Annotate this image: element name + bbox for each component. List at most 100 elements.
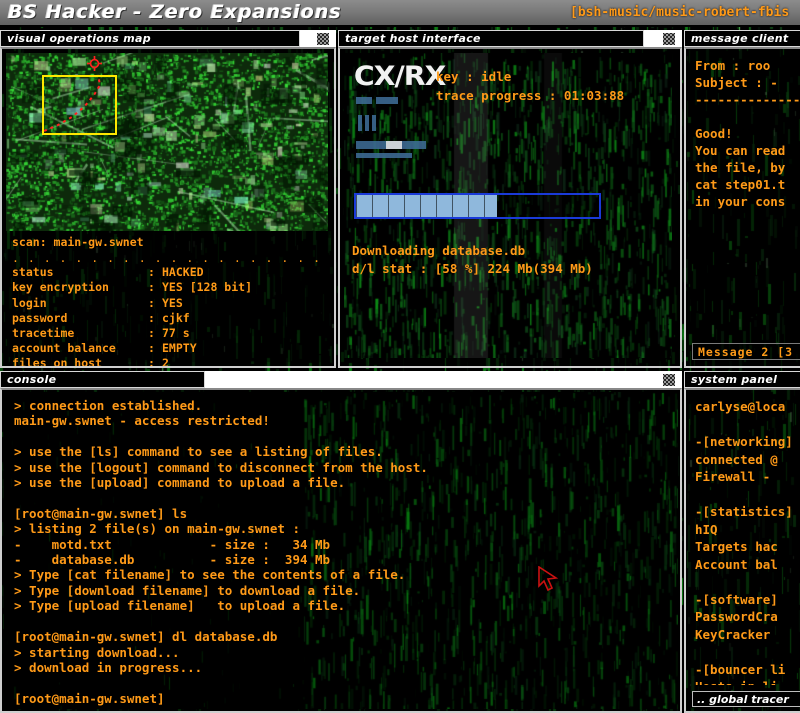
- console-window-title-cap: console: [0, 371, 205, 388]
- system-line: -[software]: [695, 591, 778, 607]
- system-window-title-cap: system panel: [684, 371, 800, 388]
- system-line: Firewall -: [695, 469, 771, 484]
- scan-row-colon: :: [148, 265, 155, 280]
- scan-row-key: files on host: [12, 356, 103, 368]
- console-log[interactable]: > connection established. main-gw.swnet -…: [6, 394, 676, 707]
- console-line: - motd.txt - size : 34 Mb: [14, 536, 331, 552]
- console-line: > use the [upload] command to upload a f…: [14, 475, 346, 491]
- console-window-header: console: [0, 371, 682, 388]
- console-line: > Type [upload filename] to upload a fil…: [14, 598, 346, 614]
- scan-row-value: EMPTY: [162, 341, 197, 356]
- message-window-body: From : roo Subject : - -------------- Good…: [684, 47, 800, 368]
- system-line: Targets hac: [695, 539, 778, 554]
- scan-row: tracetime:77 s: [12, 326, 324, 341]
- grip-dots-icon: [663, 374, 675, 386]
- system-line: -[statistics]: [695, 504, 793, 519]
- system-window-header: system panel: [684, 371, 800, 388]
- console-line: > use the [logout] command to disconnect…: [14, 459, 428, 475]
- console-window: console > connection established. main-gw…: [0, 371, 682, 713]
- host-key-status: key : idle: [436, 69, 512, 84]
- map-window-body: scan: main-gw.swnet . . . . . . . . . . …: [0, 47, 336, 368]
- console-line: > download in progress...: [14, 659, 203, 675]
- system-window-body: carlyse@loca -[networking] connected @ F…: [684, 388, 800, 713]
- system-line: hIQ: [695, 521, 718, 537]
- scan-row-value: cjkf: [162, 310, 190, 325]
- map-window-header: visual operations map: [0, 30, 336, 47]
- scan-row-colon: :: [148, 295, 155, 310]
- grip-dots-icon: [317, 33, 329, 45]
- console-line: > Type [cat filename] to see the content…: [14, 567, 406, 583]
- system-user-line: carlyse@loca: [695, 399, 786, 414]
- download-progress-bar: [354, 193, 601, 219]
- console-window-title: console: [7, 373, 57, 386]
- scan-row-colon: :: [148, 356, 155, 368]
- system-line: [695, 416, 800, 434]
- message-line: You can read: [695, 143, 786, 158]
- scan-row: files on host:2: [12, 356, 324, 368]
- download-file-label: Downloading database.db: [352, 243, 526, 258]
- message-line: in your cons: [695, 194, 786, 209]
- system-line: PasswordCra: [695, 609, 778, 624]
- host-window-grip[interactable]: [644, 30, 682, 47]
- scan-row-key: status: [12, 265, 54, 280]
- scan-row: login: YES: [12, 296, 324, 311]
- scan-row-colon: :: [148, 280, 155, 295]
- system-window-title: system panel: [691, 373, 778, 386]
- scan-row-key: account balance: [12, 341, 116, 356]
- console-line: > listing 2 file(s) on main-gw.swnet :: [14, 521, 300, 537]
- visual-operations-map-window: visual operations map scan: main-gw.swne…: [0, 30, 336, 368]
- map-window-grip[interactable]: [300, 30, 336, 47]
- console-line: main-gw.swnet - access restricted!: [14, 413, 270, 429]
- scan-row-colon: :: [148, 310, 155, 325]
- scan-target-label: scan: main-gw.swnet: [12, 235, 144, 249]
- scan-row-value: 2: [162, 356, 169, 368]
- host-window-header: target host interface: [338, 30, 682, 47]
- console-line: > Type [download filename] to download a…: [14, 582, 361, 598]
- target-host-interface-window: target host interface CX/RX key : idle t…: [338, 30, 682, 368]
- console-window-body[interactable]: > connection established. main-gw.swnet -…: [0, 388, 682, 713]
- system-line: connected @: [695, 451, 778, 467]
- message-window-header: message client: [684, 30, 800, 47]
- scan-divider: . . . . . . . . . . . . . . . . . . . . …: [12, 251, 324, 266]
- download-stat-label: d/l stat : [58 %] 224 Mb(394 Mb): [352, 261, 593, 276]
- console-line: [root@main-gw.swnet] dl database.db: [14, 629, 278, 645]
- global-tracer-label: .. global tracer: [697, 692, 789, 706]
- message-line: [695, 108, 800, 125]
- console-window-grip[interactable]: [205, 371, 682, 388]
- scan-row-value: YES [128 bit]: [162, 280, 253, 295]
- scan-row-key: login: [12, 295, 47, 310]
- message-line: Good!: [695, 126, 733, 141]
- aerial-map-view[interactable]: [6, 53, 328, 231]
- system-line: -[bouncer li: [695, 661, 786, 677]
- scan-row-colon: :: [148, 341, 155, 356]
- scan-rows: status: HACKED key encryption: YES [128 bit…: [12, 265, 324, 368]
- system-line: [695, 573, 800, 591]
- message-window-title-cap: message client: [684, 30, 800, 47]
- system-line: -[networking]: [695, 434, 793, 449]
- host-trace-progress: trace progress : 01:03:88: [436, 88, 625, 103]
- message-line: cat step01.t: [695, 177, 786, 192]
- message-window-title: message client: [691, 32, 789, 45]
- host-logo: CX/RX: [353, 61, 447, 92]
- system-line: KeyCracker: [695, 626, 771, 642]
- console-line: > use the [ls] command to see a listing …: [14, 444, 383, 460]
- scan-row-key: password: [12, 310, 68, 325]
- console-line: [root@main-gw.swnet] ls: [14, 505, 188, 521]
- music-track-label: [bsh-music/music-robert-fbis: [570, 5, 790, 20]
- system-panel-window: system panel carlyse@loca -[networking] …: [684, 371, 800, 713]
- map-window-title-cap: visual operations map: [0, 30, 300, 47]
- scan-row-colon: :: [148, 326, 155, 341]
- system-line: [695, 643, 800, 661]
- host-window-title: target host interface: [345, 32, 481, 45]
- console-line: > starting download...: [14, 644, 180, 660]
- global-tracer-bar[interactable]: .. global tracer: [692, 691, 800, 707]
- scan-readout: scan: main-gw.swnet . . . . . . . . . . …: [6, 231, 330, 366]
- scan-row-key: key encryption: [12, 280, 109, 295]
- message-counter[interactable]: Message 2 [3: [692, 343, 800, 360]
- host-screen: CX/RX key : idle trace progress : 01:03:…: [344, 53, 676, 362]
- scan-row: password: cjkf: [12, 311, 324, 326]
